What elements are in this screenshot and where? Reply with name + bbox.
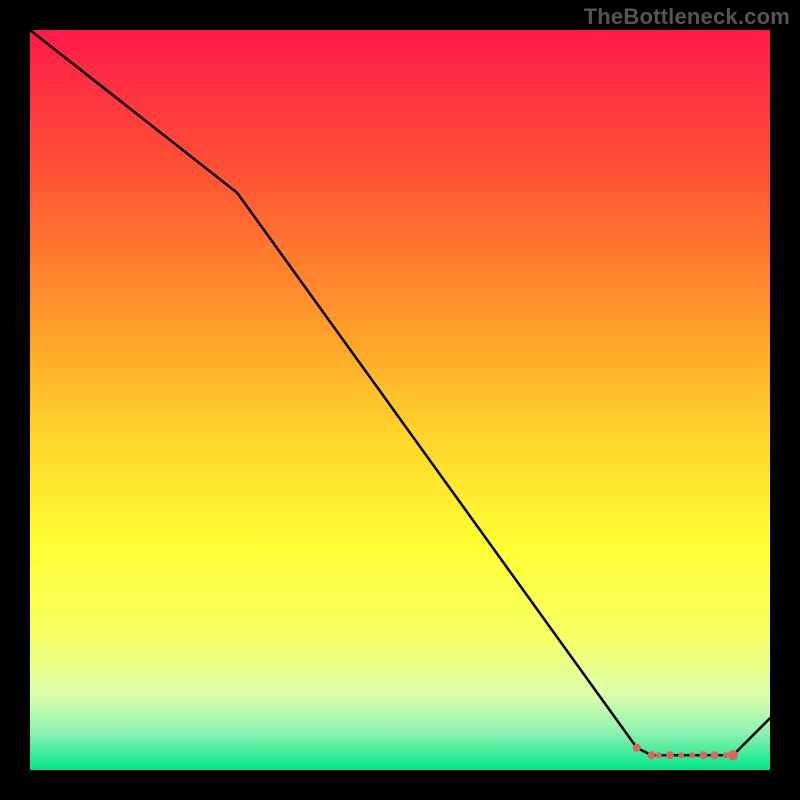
marker-point [648,751,656,759]
gradient-background [30,30,770,770]
chart-frame: TheBottleneck.com [0,0,800,800]
marker-point [666,751,674,759]
chart-svg [30,30,770,770]
marker-point [633,744,641,752]
marker-point [689,752,695,758]
marker-point [678,752,684,758]
marker-point [656,752,662,758]
marker-point [728,750,738,760]
watermark-text: TheBottleneck.com [584,4,790,30]
marker-point [699,751,707,759]
marker-point [723,752,729,758]
plot-area [30,30,770,770]
marker-point [711,751,719,759]
